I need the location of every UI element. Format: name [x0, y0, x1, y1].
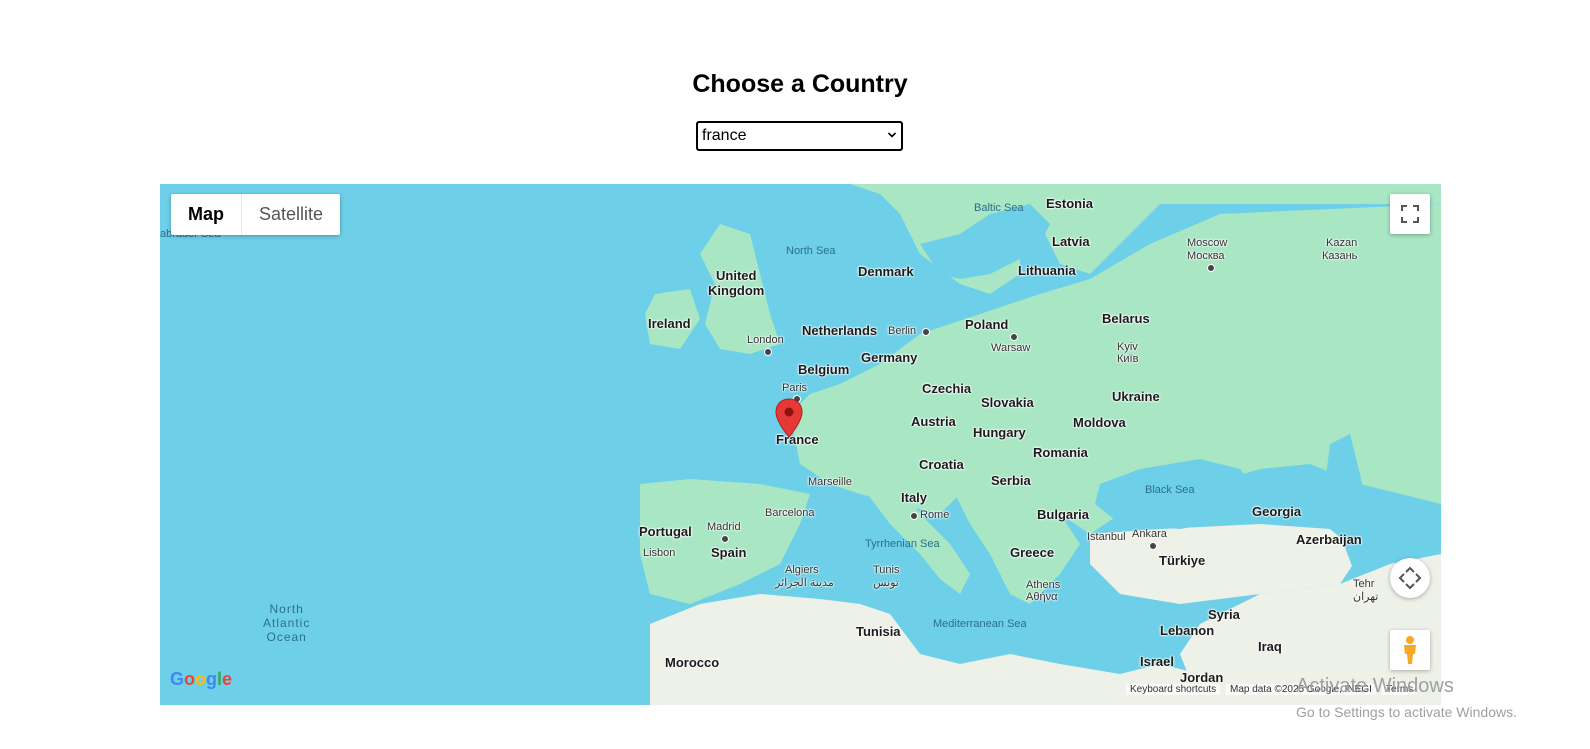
street-view-button[interactable]: [1390, 630, 1430, 670]
label-italy: Italy: [901, 490, 928, 505]
label-lebanon: Lebanon: [1160, 623, 1215, 638]
city-dot-moscow: [1207, 264, 1215, 272]
label-tyrrhenian-sea: Tyrrhenian Sea: [865, 538, 940, 550]
activate-windows-title: Activate Windows: [1296, 675, 1454, 697]
label-georgia: Georgia: [1252, 504, 1302, 519]
label-lithuania: Lithuania: [1018, 263, 1076, 278]
label-ankara: Ankara: [1132, 528, 1167, 540]
label-paris: Paris: [782, 382, 808, 394]
label-madrid: Madrid: [707, 521, 741, 533]
label-kingdom: Kingdom: [708, 283, 765, 298]
label-portugal: Portugal: [639, 524, 692, 539]
label-united: United: [716, 268, 757, 283]
keyboard-shortcuts-link[interactable]: Keyboard shortcuts: [1126, 684, 1221, 695]
label-germany: Germany: [861, 350, 918, 365]
fullscreen-icon: [1401, 205, 1419, 223]
label-netherlands: Netherlands: [802, 323, 878, 338]
label-kazan-ru: Казань: [1322, 250, 1358, 262]
label-kyiv: Kyiv: [1117, 341, 1138, 353]
label-slovakia: Slovakia: [981, 395, 1034, 410]
label-denmark: Denmark: [858, 264, 914, 279]
label-rome: Rome: [920, 509, 950, 521]
city-dot-ankara: [1149, 542, 1157, 550]
label-syria: Syria: [1208, 607, 1240, 622]
label-kyiv-uk: Київ: [1117, 353, 1139, 365]
label-ukraine: Ukraine: [1112, 389, 1160, 404]
country-select-value: france: [702, 127, 747, 144]
label-tunis: Tunis: [873, 564, 900, 576]
move-arrows-icon: [1398, 566, 1422, 590]
label-warsaw: Warsaw: [991, 342, 1031, 354]
label-berlin: Berlin: [888, 325, 917, 337]
label-athens: Athens: [1026, 579, 1061, 591]
label-poland: Poland: [965, 317, 1009, 332]
label-moscow: Moscow: [1187, 237, 1228, 249]
label-algiers-ar: مدينة الجزائر: [775, 577, 834, 589]
chevron-down-icon: [888, 132, 896, 138]
camera-control-button[interactable]: [1390, 558, 1430, 598]
label-tehran: Tehr: [1353, 578, 1375, 590]
label-iraq: Iraq: [1258, 639, 1282, 654]
map-type-control: Map Satellite: [171, 194, 341, 235]
label-israel: Israel: [1140, 654, 1174, 669]
label-azerbaijan: Azerbaijan: [1296, 532, 1362, 547]
city-dot-london: [764, 348, 772, 356]
label-tehran-fa: تهران: [1353, 591, 1379, 603]
label-tunis-ar: تونس: [873, 577, 899, 589]
label-athens-gr: Αθήνα: [1026, 591, 1058, 603]
label-north-atlantic-ocean: North Atlantic Ocean: [263, 602, 310, 644]
label-istanbul: Istanbul: [1087, 531, 1126, 543]
label-austria: Austria: [911, 414, 956, 429]
label-kazan: Kazan: [1326, 237, 1358, 249]
label-romania: Romania: [1033, 445, 1088, 460]
label-tunisia: Tunisia: [856, 624, 901, 639]
country-select[interactable]: france: [696, 121, 903, 151]
label-hungary: Hungary: [973, 425, 1026, 440]
label-turkiye: Türkiye: [1159, 553, 1206, 568]
city-dot-berlin: [922, 328, 930, 336]
label-jordan: Jordan: [1180, 670, 1224, 685]
label-morocco: Morocco: [665, 655, 720, 670]
activate-windows-subtitle: Go to Settings to activate Windows.: [1296, 704, 1517, 720]
city-dot-warsaw: [1010, 333, 1018, 341]
ocean-line-1: North: [269, 602, 304, 616]
ocean-line-2: Atlantic: [263, 616, 311, 630]
city-dot-madrid: [721, 535, 729, 543]
label-black-sea: Black Sea: [1145, 484, 1195, 496]
label-london: London: [747, 334, 784, 346]
label-mediterranean-sea: Mediterranean Sea: [933, 618, 1027, 630]
label-marseille: Marseille: [808, 476, 853, 488]
map-type-satellite-button[interactable]: Satellite: [242, 194, 340, 235]
label-moldova: Moldova: [1073, 415, 1126, 430]
label-algiers: Algiers: [785, 564, 819, 576]
label-croatia: Croatia: [919, 457, 964, 472]
label-lisbon: Lisbon: [643, 547, 676, 559]
label-serbia: Serbia: [991, 473, 1031, 488]
page-title: Choose a Country: [692, 70, 908, 98]
label-latvia: Latvia: [1052, 234, 1090, 249]
label-baltic-sea: Baltic Sea: [974, 202, 1024, 214]
label-czechia: Czechia: [922, 381, 972, 396]
label-ireland: Ireland: [648, 316, 691, 331]
label-north-sea: North Sea: [786, 245, 836, 257]
label-moscow-ru: Москва: [1187, 250, 1225, 262]
google-logo: Google: [170, 669, 233, 689]
label-barcelona: Barcelona: [765, 507, 815, 519]
label-greece: Greece: [1010, 545, 1055, 560]
fullscreen-button[interactable]: [1390, 194, 1430, 234]
map-view[interactable]: Estonia Latvia Lithuania Denmark United …: [160, 184, 1441, 705]
label-belarus: Belarus: [1102, 311, 1150, 326]
label-estonia: Estonia: [1046, 196, 1093, 211]
ocean-line-3: Ocean: [266, 630, 307, 644]
label-bulgaria: Bulgaria: [1037, 507, 1090, 522]
city-dot-rome: [910, 512, 918, 520]
pegman-icon: [1404, 636, 1416, 664]
label-belgium: Belgium: [798, 362, 850, 377]
map-type-map-button[interactable]: Map: [171, 194, 242, 235]
location-pin-icon[interactable]: [775, 398, 803, 438]
label-spain: Spain: [711, 545, 747, 560]
